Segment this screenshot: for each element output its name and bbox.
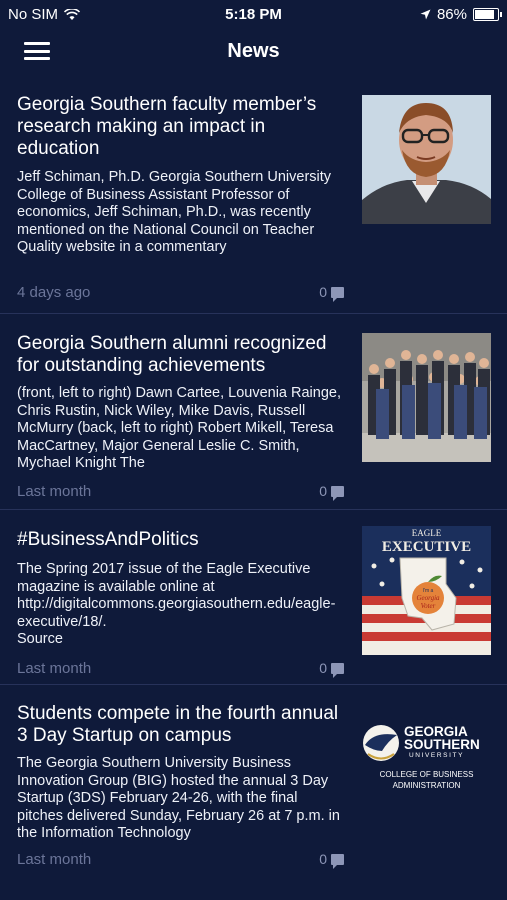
news-list: Georgia Southern faculty member’s resear… <box>0 76 507 900</box>
comment-count-value: 0 <box>319 483 327 499</box>
battery-percent: 86% <box>436 6 467 23</box>
news-title: Students compete in the fourth annual 3 … <box>17 703 339 746</box>
sticker-text-3: Voter <box>421 602 436 610</box>
news-summary: (front, left to right) Dawn Cartee, Louv… <box>17 385 341 471</box>
comment-icon <box>331 853 344 869</box>
logo-sub-1: COLLEGE OF BUSINESS <box>380 770 474 779</box>
logo-line-2: SOUTHERN <box>404 737 480 752</box>
comment-count-value: 0 <box>319 660 327 676</box>
status-right: 86% <box>420 6 502 23</box>
comment-count[interactable]: 0 <box>319 483 344 501</box>
comment-count[interactable]: 0 <box>319 851 344 869</box>
comment-count-value: 0 <box>319 284 327 300</box>
news-thumbnail-magazine-cover: EAGLE EXECUTIVE I'm a Georgia Voter <box>362 526 491 655</box>
georgia-southern-logo: GEORGIA SOUTHERN UNIVERSITY COLLEGE OF B… <box>362 721 491 850</box>
battery-fill <box>475 10 494 19</box>
news-title: #BusinessAndPolitics <box>17 529 199 550</box>
magazine-masthead: EXECUTIVE <box>382 539 471 555</box>
comment-icon <box>331 485 344 501</box>
nav-bar: News <box>0 28 507 76</box>
news-summary: The Georgia Southern University Business… <box>17 755 340 841</box>
news-item[interactable]: #BusinessAndPolitics The Spring 2017 iss… <box>0 510 507 685</box>
comment-count[interactable]: 0 <box>319 284 344 302</box>
location-arrow-icon <box>420 9 431 20</box>
logo-line-3: UNIVERSITY <box>409 752 464 759</box>
magazine-masthead-top: EAGLE <box>412 528 442 538</box>
news-item[interactable]: Students compete in the fourth annual 3 … <box>0 685 507 900</box>
news-thumbnail-group-photo <box>362 333 491 462</box>
news-title: Georgia Southern faculty member’s resear… <box>17 94 317 159</box>
battery-icon <box>473 8 502 21</box>
news-time: Last month <box>17 660 92 677</box>
battery-tip <box>500 12 502 17</box>
status-bar: No SIM 5:18 PM 86% <box>0 0 507 28</box>
news-item[interactable]: Georgia Southern faculty member’s resear… <box>0 76 507 314</box>
news-time: Last month <box>17 851 92 868</box>
logo-sub-2: ADMINISTRATION <box>393 781 461 790</box>
sticker-text-2: Georgia <box>416 594 440 602</box>
news-summary: The Spring 2017 issue of the Eagle Execu… <box>17 561 336 647</box>
comment-count[interactable]: 0 <box>319 660 344 678</box>
comment-count-value: 0 <box>319 851 327 867</box>
page-title: News <box>227 40 280 62</box>
news-time: Last month <box>17 483 92 500</box>
news-title: Georgia Southern alumni recognized for o… <box>17 333 327 376</box>
news-item[interactable]: Georgia Southern alumni recognized for o… <box>0 314 507 510</box>
comment-icon <box>331 286 344 302</box>
news-thumbnail-portrait <box>362 95 491 224</box>
news-time: 4 days ago <box>17 284 91 301</box>
news-summary: Jeff Schiman, Ph.D. Georgia Southern Uni… <box>17 169 332 255</box>
comment-icon <box>331 662 344 678</box>
